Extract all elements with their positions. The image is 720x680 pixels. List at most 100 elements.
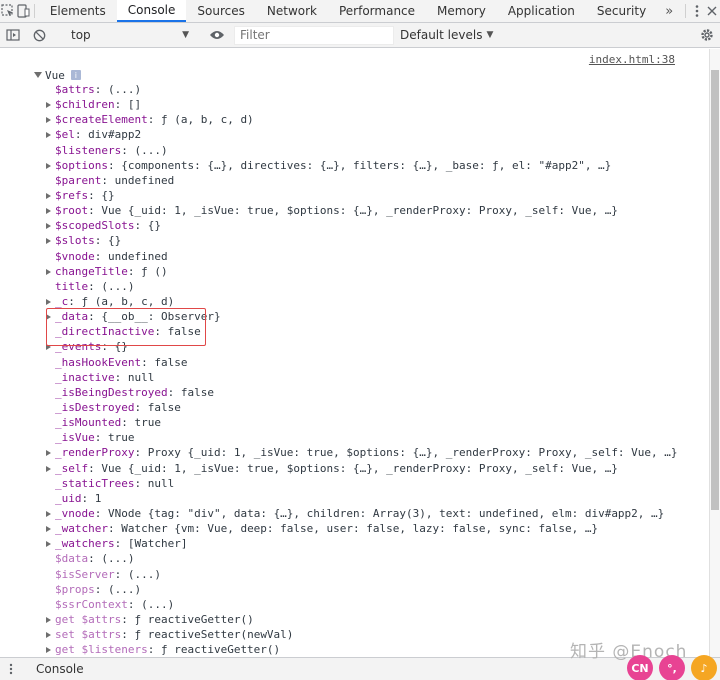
property-key: _isVue: [55, 431, 95, 445]
eye-icon[interactable]: [204, 24, 230, 46]
log-levels-dropdown[interactable]: Default levels ▼: [400, 28, 493, 42]
property-row: _hasHookEvent: false: [46, 355, 678, 370]
key-separator: :: [101, 173, 115, 187]
kebab-menu-icon[interactable]: [690, 0, 705, 22]
property-key: $vnode: [55, 249, 95, 263]
property-row[interactable]: get $attrs: ƒ reactiveGetter(): [46, 612, 678, 627]
property-row[interactable]: _c: ƒ (a, b, c, d): [46, 294, 678, 309]
property-row[interactable]: $createElement: ƒ (a, b, c, d): [46, 112, 678, 127]
property-key: _inactive: [55, 370, 115, 384]
property-value: Watcher {vm: Vue, deep: false, user: fal…: [121, 522, 599, 536]
property-value: {components: {…}, directives: {…}, filte…: [121, 158, 612, 172]
property-row[interactable]: changeTitle: ƒ (): [46, 264, 678, 279]
collapsed-arrow-icon[interactable]: [46, 127, 55, 142]
console-output[interactable]: index.html:38 Vue i $attrs: (...) $childr…: [0, 49, 710, 657]
close-icon[interactable]: [705, 0, 720, 22]
property-key: $ssrContext: [55, 597, 128, 611]
collapsed-arrow-icon[interactable]: [46, 188, 55, 203]
property-row[interactable]: $scopedSlots: {}: [46, 218, 678, 233]
key-separator: :: [94, 234, 108, 248]
collapsed-arrow-icon[interactable]: [46, 97, 55, 112]
drawer-menu-icon[interactable]: [0, 663, 22, 675]
vue-object-root[interactable]: Vue i: [34, 67, 81, 83]
inspect-element-icon[interactable]: [0, 0, 15, 22]
tab-network[interactable]: Network: [256, 0, 328, 22]
property-key: _watcher: [55, 522, 108, 536]
collapsed-arrow-icon[interactable]: [46, 233, 55, 248]
scrollbar-thumb[interactable]: [711, 70, 719, 510]
property-row[interactable]: $el: div#app2: [46, 127, 678, 142]
tab-application[interactable]: Application: [497, 0, 586, 22]
context-selector[interactable]: top ▼: [65, 26, 195, 45]
property-row[interactable]: $options: {components: {…}, directives: …: [46, 158, 678, 173]
source-link[interactable]: index.html:38: [589, 53, 675, 66]
property-row[interactable]: _vnode: VNode {tag: "div", data: {…}, ch…: [46, 506, 678, 521]
property-value: ƒ reactiveSetter(newVal): [134, 628, 294, 642]
property-row[interactable]: _watchers: [Watcher]: [46, 536, 678, 551]
property-list: $attrs: (...) $children: [] $createElement…: [46, 82, 678, 657]
info-icon[interactable]: i: [70, 70, 81, 80]
property-key: _uid: [55, 491, 82, 505]
overlay-badge: CN: [627, 655, 653, 680]
tab-console[interactable]: Console: [116, 0, 187, 22]
tab-elements[interactable]: Elements: [39, 0, 117, 22]
property-row[interactable]: _renderProxy: Proxy {_uid: 1, _isVue: tr…: [46, 445, 678, 460]
clear-console-icon[interactable]: [26, 24, 52, 46]
property-row: $ssrContext: (...): [46, 597, 678, 612]
collapsed-arrow-icon[interactable]: [46, 642, 55, 657]
collapsed-arrow-icon[interactable]: [46, 264, 55, 279]
key-separator: :: [107, 522, 122, 536]
property-value: div#app2: [88, 128, 142, 142]
property-row[interactable]: _watcher: Watcher {vm: Vue, deep: false,…: [46, 521, 678, 536]
property-value: {}: [147, 219, 161, 233]
property-row: $vnode: undefined: [46, 249, 678, 264]
collapsed-arrow-icon[interactable]: [46, 461, 55, 476]
tab-security[interactable]: Security: [586, 0, 657, 22]
collapsed-arrow-icon[interactable]: [46, 203, 55, 218]
collapsed-arrow-icon[interactable]: [46, 627, 55, 642]
collapsed-arrow-icon[interactable]: [46, 521, 55, 536]
property-value: Vue {_uid: 1, _isVue: true, $options: {……: [101, 461, 618, 475]
property-key: $refs: [55, 188, 89, 202]
tab-memory[interactable]: Memory: [426, 0, 497, 22]
device-toolbar-icon[interactable]: [15, 0, 30, 22]
key-separator: :: [94, 249, 108, 263]
property-value: VNode {tag: "div", data: {…}, children: …: [108, 506, 665, 520]
collapsed-arrow-icon[interactable]: [46, 218, 55, 233]
property-row: _isMounted: true: [46, 415, 678, 430]
property-row[interactable]: $slots: {}: [46, 233, 678, 248]
property-key: $scopedSlots: [55, 219, 135, 233]
property-key: set $attrs: [55, 628, 122, 642]
property-key: $el: [55, 128, 75, 142]
property-row[interactable]: _self: Vue {_uid: 1, _isVue: true, $opti…: [46, 461, 678, 476]
collapsed-arrow-icon[interactable]: [46, 506, 55, 521]
property-value: Proxy {_uid: 1, _isVue: true, $options: …: [147, 446, 678, 460]
property-value: Vue {_uid: 1, _isVue: true, $options: {……: [101, 204, 618, 218]
context-selector-value: top: [71, 28, 91, 42]
collapsed-arrow-icon[interactable]: [46, 612, 55, 627]
collapsed-arrow-icon[interactable]: [46, 445, 55, 460]
more-tabs-button[interactable]: »: [657, 0, 681, 22]
collapsed-arrow-icon[interactable]: [46, 158, 55, 173]
show-sidebar-icon[interactable]: [0, 24, 26, 46]
overlay-badge: ♪: [691, 655, 717, 680]
collapsed-arrow-icon[interactable]: [46, 112, 55, 127]
property-row[interactable]: $root: Vue {_uid: 1, _isVue: true, $opti…: [46, 203, 678, 218]
property-key: get $attrs: [55, 612, 122, 626]
property-key: get $listeners: [55, 643, 148, 657]
collapsed-arrow-icon[interactable]: [46, 536, 55, 551]
filter-input[interactable]: [240, 28, 388, 42]
property-row[interactable]: $children: []: [46, 97, 678, 112]
property-value: false: [154, 355, 188, 369]
gear-icon[interactable]: [694, 24, 720, 46]
tab-performance[interactable]: Performance: [328, 0, 426, 22]
key-separator: :: [127, 597, 142, 611]
drawer-tab-console[interactable]: Console: [22, 662, 98, 676]
key-separator: :: [127, 264, 142, 278]
tab-sources[interactable]: Sources: [186, 0, 255, 22]
collapsed-arrow-icon[interactable]: [46, 294, 55, 309]
property-value: ƒ reactiveGetter(): [134, 612, 254, 626]
property-row[interactable]: $refs: {}: [46, 188, 678, 203]
key-separator: :: [147, 113, 161, 127]
expanded-arrow-icon[interactable]: [34, 72, 42, 78]
